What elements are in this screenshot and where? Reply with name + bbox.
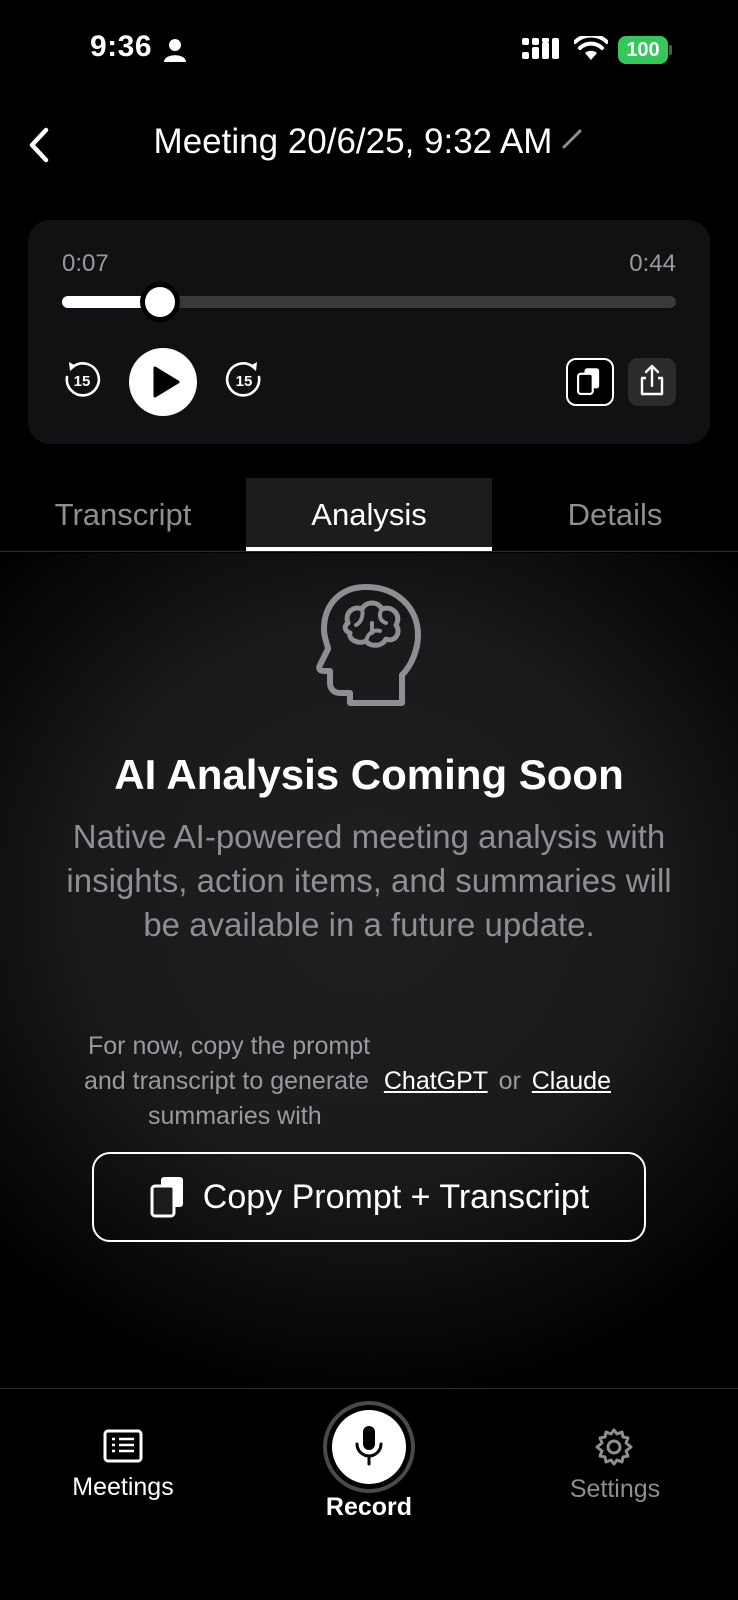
header: Meeting 20/6/25, 9:32 AM: [0, 110, 738, 180]
microphone-icon: [355, 1426, 383, 1466]
analysis-description: Native AI-powered meeting analysis with …: [66, 818, 672, 943]
tab-analysis[interactable]: Analysis: [246, 478, 492, 551]
audio-player-card: 0:07 0:44 15 15: [28, 220, 710, 444]
nav-meetings[interactable]: Meetings: [0, 1389, 246, 1539]
hint-line-2: and transcript to generate ChatGPT or Cl…: [84, 1063, 611, 1099]
copy-prompt-transcript-button[interactable]: Copy Prompt + Transcript: [92, 1152, 646, 1242]
gear-icon: [595, 1428, 633, 1466]
meetings-list-icon: [103, 1429, 143, 1463]
progress-track[interactable]: [62, 282, 676, 322]
hint-line-1: For now, copy the prompt: [88, 1032, 371, 1060]
hint-or: or: [498, 1067, 521, 1095]
wifi-icon: [574, 36, 608, 60]
tab-bar: Transcript Analysis Details: [0, 478, 738, 552]
nav-record-label: Record: [325, 1493, 413, 1521]
person-icon: [164, 39, 186, 62]
claude-link[interactable]: Claude: [532, 1067, 611, 1095]
pencil-edit-icon[interactable]: [560, 127, 584, 151]
status-bar: 9:36 100: [0, 0, 738, 100]
page-title[interactable]: Meeting 20/6/25, 9:32 AM: [154, 122, 553, 161]
copy-icon: [576, 368, 600, 396]
brain-head-icon: [316, 584, 421, 706]
play-icon: [153, 366, 180, 398]
analysis-panel: AI Analysis Coming Soon Native AI-powere…: [0, 553, 738, 1388]
skip-forward-15-icon[interactable]: 15: [224, 360, 264, 400]
analysis-title: AI Analysis Coming Soon: [114, 751, 624, 798]
current-time: 0:07: [62, 250, 109, 277]
skip-back-15-icon[interactable]: 15: [62, 360, 102, 400]
nav-settings-label: Settings: [569, 1475, 661, 1503]
bottom-nav: Meetings Record Settings: [0, 1388, 738, 1600]
nav-meetings-label: Meetings: [72, 1473, 174, 1501]
copy-button-label: Copy Prompt + Transcript: [202, 1177, 590, 1216]
title-wrap: Meeting 20/6/25, 9:32 AM: [0, 122, 738, 162]
hint-line-3: summaries with: [148, 1102, 322, 1130]
copy-icon: [150, 1177, 183, 1218]
skip-back-label: 15: [74, 373, 91, 390]
cellular-signal-icon: [522, 38, 559, 59]
copy-transcript-button[interactable]: [566, 358, 614, 406]
battery-level: 100: [626, 39, 660, 61]
chatgpt-link[interactable]: ChatGPT: [384, 1067, 488, 1095]
share-icon: [640, 364, 664, 396]
total-time: 0:44: [629, 250, 676, 277]
status-time: 9:36: [90, 30, 153, 63]
share-button[interactable]: [628, 358, 676, 406]
tab-details[interactable]: Details: [492, 478, 738, 552]
hint-text: and transcript to generate: [84, 1067, 369, 1095]
tab-transcript[interactable]: Transcript: [0, 478, 246, 552]
play-button[interactable]: [129, 348, 197, 416]
skip-forward-label: 15: [236, 373, 253, 390]
battery-indicator: 100: [618, 36, 672, 64]
progress-thumb[interactable]: [140, 282, 181, 322]
record-button[interactable]: [323, 1401, 415, 1493]
nav-settings[interactable]: Settings: [492, 1389, 738, 1539]
